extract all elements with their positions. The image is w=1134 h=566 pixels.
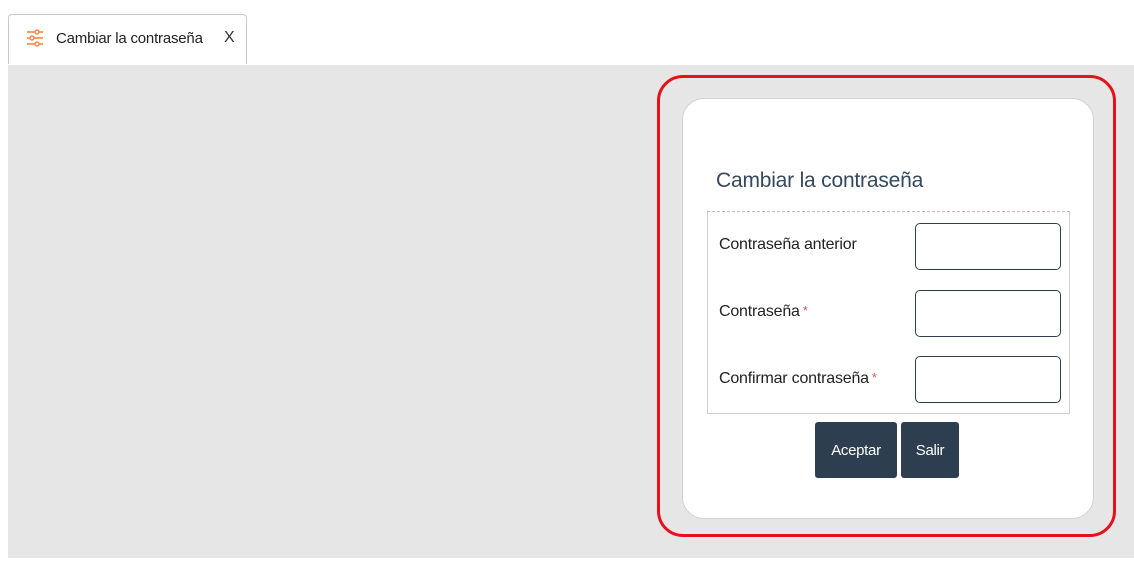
confirm-password-label-text: Confirmar contraseña <box>719 370 869 387</box>
tab-cambiar-contrasena[interactable]: Cambiar la contraseña X <box>8 14 247 64</box>
confirm-password-label: Confirmar contraseña * <box>719 370 877 388</box>
new-password-input[interactable] <box>915 290 1061 337</box>
old-password-label: Contraseña anterior <box>719 236 857 254</box>
required-asterisk: * <box>802 303 808 318</box>
sliders-icon <box>26 29 44 47</box>
exit-button[interactable]: Salir <box>901 422 959 478</box>
password-label: Contraseña * <box>719 303 808 321</box>
confirm-password-input[interactable] <box>915 356 1061 403</box>
old-password-label-text: Contraseña anterior <box>719 236 857 253</box>
accept-button[interactable]: Aceptar <box>815 422 897 478</box>
close-icon[interactable]: X <box>224 29 235 47</box>
old-password-input[interactable] <box>915 223 1061 270</box>
tab-label: Cambiar la contraseña <box>56 30 203 47</box>
required-asterisk: * <box>871 370 877 385</box>
password-label-text: Contraseña <box>719 303 800 320</box>
tab-bar: Cambiar la contraseña X <box>8 8 1134 66</box>
dialog-title: Cambiar la contraseña <box>716 169 924 192</box>
